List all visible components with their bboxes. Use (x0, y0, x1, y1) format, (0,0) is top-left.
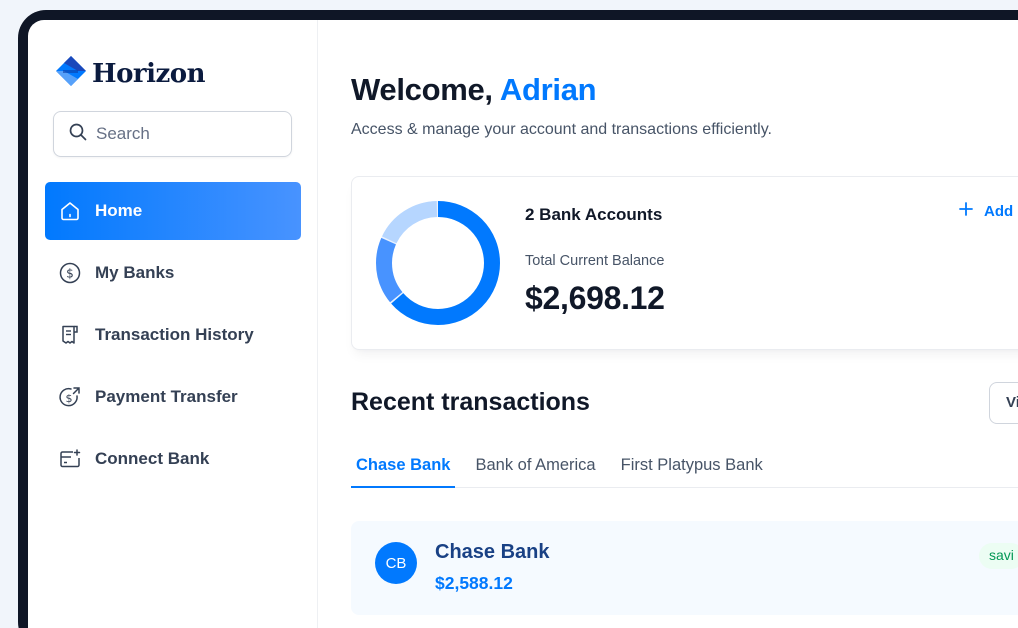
logo[interactable]: Horizon (54, 54, 206, 93)
bank-avatar: CB (375, 542, 417, 584)
tab-bank-of-america[interactable]: Bank of America (470, 456, 600, 488)
sidebar-item-my-banks[interactable]: $ My Banks (45, 244, 301, 302)
card-add-icon (57, 446, 83, 472)
main-content: Welcome, Adrian Access & manage your acc… (318, 20, 1018, 628)
account-type-badge: savi (979, 543, 1018, 569)
sidebar-item-label: Transaction History (95, 325, 254, 344)
sidebar-item-label: Home (95, 201, 143, 220)
recent-transactions-title: Recent transactions (351, 388, 590, 416)
sidebar-item-connect-bank[interactable]: Connect Bank (45, 430, 301, 488)
bank-info-card[interactable]: CB Chase Bank $2,588.12 savi (351, 521, 1018, 615)
receipt-icon (57, 322, 83, 348)
bank-balance: $2,588.12 (435, 573, 513, 593)
balance-donut-chart (376, 201, 500, 325)
sidebar-item-payment-transfer[interactable]: $ Payment Transfer (45, 368, 301, 426)
dollar-circle-icon: $ (57, 260, 83, 286)
sidebar-item-home[interactable]: Home (45, 182, 301, 240)
tab-first-platypus-bank[interactable]: First Platypus Bank (616, 456, 768, 488)
search-icon (68, 122, 88, 147)
home-icon (57, 198, 83, 224)
sidebar-item-transaction-history[interactable]: Transaction History (45, 306, 301, 364)
page-subtitle: Access & manage your account and transac… (351, 121, 772, 138)
sidebar-item-label: My Banks (95, 263, 175, 282)
sidebar-item-label: Payment Transfer (95, 387, 238, 406)
plus-icon (958, 201, 984, 221)
bank-accounts-count: 2 Bank Accounts (525, 205, 663, 224)
sidebar: Horizon Home $ My Banks (28, 20, 318, 628)
search-box[interactable] (53, 111, 292, 157)
add-bank-label: Add (984, 202, 1014, 220)
app-window: Horizon Home $ My Banks (28, 20, 1018, 628)
sidebar-item-label: Connect Bank (95, 449, 210, 468)
search-input[interactable] (96, 124, 276, 144)
money-send-icon: $ (57, 384, 83, 410)
user-name: Adrian (499, 72, 597, 107)
add-bank-button[interactable]: Add (958, 201, 1013, 221)
bank-name: Chase Bank (435, 541, 550, 563)
greeting-text: Welcome, (351, 72, 493, 107)
sidebar-nav: Home $ My Banks Transaction History $ Pa… (45, 182, 301, 492)
svg-text:$: $ (66, 267, 74, 281)
total-balance-value: $2,698.12 (525, 280, 665, 316)
total-balance-label: Total Current Balance (525, 253, 665, 269)
view-all-button[interactable]: Vi (989, 382, 1018, 424)
tab-chase-bank[interactable]: Chase Bank (351, 456, 456, 488)
horizon-logo-icon (54, 54, 88, 93)
svg-text:$: $ (66, 392, 73, 405)
brand-name: Horizon (92, 58, 206, 89)
page-title: Welcome, Adrian (351, 72, 597, 108)
total-balance-card: 2 Bank Accounts Add Total Current Balanc… (351, 176, 1018, 350)
bank-tabs: Chase Bank Bank of America First Platypu… (351, 456, 1018, 488)
